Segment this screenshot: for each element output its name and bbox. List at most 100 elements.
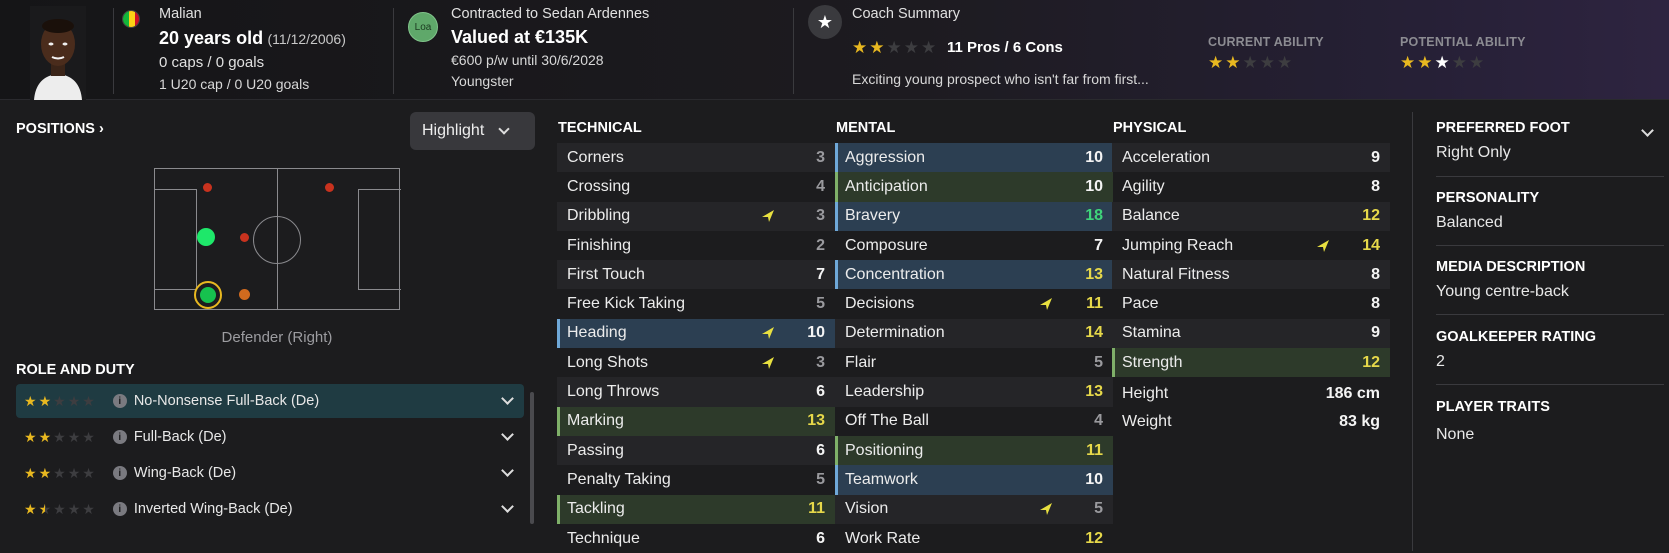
positions-title[interactable]: POSITIONS › <box>16 121 104 137</box>
header-divider <box>793 8 794 94</box>
attribute-row[interactable]: Composure 7 <box>835 231 1113 260</box>
left-penalty-box <box>153 189 197 290</box>
role-row[interactable]: ★ ★ ★ ★ ★ i Full-Back (De) <box>16 420 524 454</box>
contracted-to[interactable]: Contracted to Sedan Ardennes <box>451 6 649 22</box>
attribute-row[interactable]: Jumping Reach 14 <box>1112 231 1390 260</box>
attribute-row[interactable]: Tackling 11 <box>557 494 835 524</box>
attribute-row[interactable]: Penalty Taking 5 <box>557 465 835 494</box>
position-dot[interactable] <box>240 233 249 242</box>
attribute-row[interactable]: Marking 13 <box>557 406 835 436</box>
attribute-row[interactable]: Corners 3 <box>557 143 835 173</box>
attribute-value: 10 <box>1085 177 1103 195</box>
role-row[interactable]: ★ ★ ★ ★ ★ i Wing-Back (De) <box>16 456 524 490</box>
coach-summary-title: Coach Summary <box>852 6 960 22</box>
star-empty-icon: ★ <box>903 38 919 57</box>
attribute-row[interactable]: Free Kick Taking 5 <box>557 289 835 318</box>
attribute-value: 10 <box>807 324 825 342</box>
chevron-down-icon[interactable] <box>501 428 514 441</box>
role-label: Wing-Back (De) <box>133 465 237 481</box>
attribute-row[interactable]: Long Shots 3 <box>557 348 835 377</box>
chevron-down-icon[interactable] <box>501 500 514 513</box>
attribute-row[interactable]: Anticipation 10 <box>835 172 1113 202</box>
attribute-name: Flair <box>845 353 877 371</box>
star-empty-icon: ★ <box>82 464 95 481</box>
attribute-row[interactable]: Crossing 4 <box>557 172 835 201</box>
attribute-name: Stamina <box>1122 324 1181 342</box>
preferred-foot-title: PREFERRED FOOT <box>1436 120 1570 136</box>
attribute-name: Leadership <box>845 383 925 401</box>
attribute-row[interactable]: Acceleration 9 <box>1112 143 1390 173</box>
role-row[interactable]: ★ ★ ★ ★ ★ i No-Nonsense Full-Back (De) <box>16 384 524 418</box>
attribute-row[interactable]: Pace 8 <box>1112 289 1390 318</box>
attribute-row[interactable]: Decisions 11 <box>835 289 1113 318</box>
attribute-name: Jumping Reach <box>1122 236 1234 254</box>
attribute-row[interactable]: Agility 8 <box>1112 172 1390 201</box>
attribute-row[interactable]: Off The Ball 4 <box>835 407 1113 436</box>
attribute-row[interactable]: Determination 14 <box>835 318 1113 349</box>
chevron-down-icon <box>498 123 510 135</box>
attribute-name: Long Shots <box>567 353 648 371</box>
player-dob: (11/12/2006) <box>267 31 346 47</box>
attribute-row[interactable]: Long Throws 6 <box>557 377 835 407</box>
mental-title: MENTAL <box>836 120 896 136</box>
attribute-row[interactable]: Stamina 9 <box>1112 318 1390 349</box>
attribute-row[interactable]: Vision 5 <box>835 494 1113 524</box>
attribute-value: 12 <box>1085 529 1103 547</box>
star-empty-icon: ★ <box>1469 53 1485 72</box>
role-stars: ★ ★ ★ ★ ★ <box>24 465 95 482</box>
attribute-name: Balance <box>1122 207 1180 225</box>
chevron-down-icon[interactable] <box>501 464 514 477</box>
attribute-trend-arrow-icon <box>1039 502 1053 516</box>
coach-pros-cons[interactable]: 11 Pros / 6 Cons <box>947 39 1063 56</box>
position-dot[interactable] <box>203 183 212 192</box>
attribute-row[interactable]: Bravery 18 <box>835 201 1113 231</box>
attribute-row[interactable]: Aggression 10 <box>835 143 1113 173</box>
attribute-row[interactable]: Technique 6 <box>557 524 835 553</box>
attribute-row[interactable]: First Touch 7 <box>557 260 835 290</box>
position-dot[interactable] <box>239 289 250 300</box>
attribute-row[interactable]: Concentration 13 <box>835 260 1113 290</box>
positions-title-label: POSITIONS <box>16 121 95 137</box>
star-empty-icon: ★ <box>82 428 95 445</box>
attribute-name: Technique <box>567 529 640 547</box>
attribute-row[interactable]: Leadership 13 <box>835 377 1113 407</box>
attribute-row[interactable]: Strength 12 <box>1112 348 1390 378</box>
attribute-row[interactable]: Heading 10 <box>557 318 835 349</box>
attribute-value: 5 <box>1094 500 1103 518</box>
info-icon[interactable]: i <box>112 394 127 408</box>
attribute-row[interactable]: Teamwork 10 <box>835 465 1113 495</box>
role-label: Inverted Wing-Back (De) <box>133 501 293 517</box>
attribute-row[interactable]: Finishing 2 <box>557 231 835 260</box>
chevron-down-icon[interactable] <box>501 392 514 405</box>
position-dot-natural[interactable] <box>197 228 215 246</box>
attribute-row[interactable]: Dribbling 3 <box>557 201 835 231</box>
player-caps: 0 caps / 0 goals <box>159 54 265 71</box>
star-full-icon: ★ <box>1400 53 1416 72</box>
attribute-row[interactable]: Flair 5 <box>835 348 1113 377</box>
attribute-name: Agility <box>1122 177 1165 195</box>
chevron-down-icon[interactable] <box>1641 124 1654 137</box>
attribute-row[interactable]: Positioning 11 <box>835 435 1113 466</box>
info-icon[interactable]: i <box>112 466 127 480</box>
attribute-row[interactable]: Work Rate 12 <box>835 524 1113 553</box>
star-empty-icon: ★ <box>53 392 66 409</box>
club-badge-icon[interactable]: Loa <box>408 12 438 42</box>
attribute-name: Strength <box>1122 353 1183 371</box>
weight-row: Weight 83 kg <box>1112 408 1390 436</box>
info-icon[interactable]: i <box>112 430 127 444</box>
attribute-row[interactable]: Passing 6 <box>557 435 835 466</box>
attribute-value: 13 <box>1085 383 1103 401</box>
media-description-value: Young centre-back <box>1436 283 1569 300</box>
info-icon[interactable]: i <box>112 502 127 516</box>
highlight-dropdown[interactable]: Highlight <box>410 112 535 150</box>
attribute-row[interactable]: Natural Fitness 8 <box>1112 260 1390 290</box>
attribute-row[interactable]: Balance 12 <box>1112 201 1390 231</box>
role-row[interactable]: ★ ★ ★ ★ ★ i Inverted Wing-Back (De) <box>16 492 524 526</box>
attribute-value: 8 <box>1371 177 1380 195</box>
star-full-icon: ★ <box>869 38 885 57</box>
role-scrollbar[interactable] <box>530 392 534 524</box>
position-dot[interactable] <box>325 183 334 192</box>
position-dot-selected[interactable] <box>200 287 216 303</box>
physical-attributes: Acceleration 9 Agility 8 Balance 12 Jumping Re… <box>1112 143 1390 378</box>
header-divider <box>393 8 394 94</box>
